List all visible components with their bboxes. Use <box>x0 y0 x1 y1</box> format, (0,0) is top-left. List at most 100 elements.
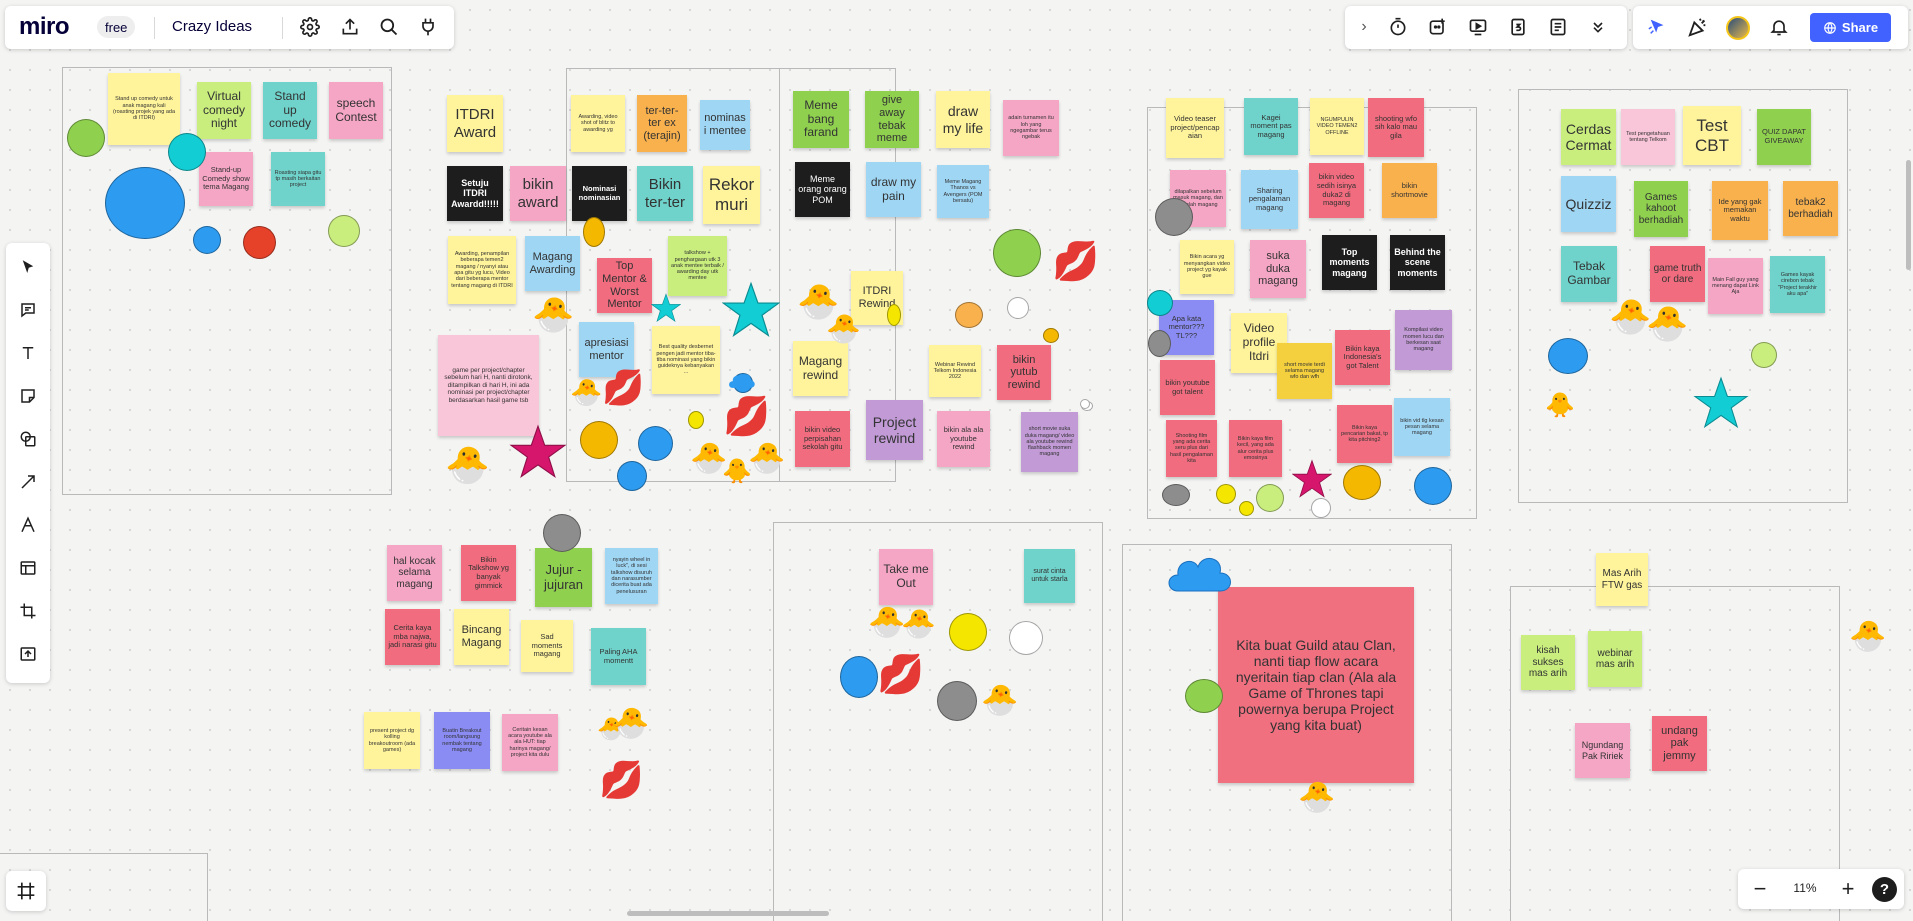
avatar[interactable] <box>1726 16 1750 40</box>
sticky-note[interactable]: bikin yutub rewind <box>997 345 1051 400</box>
sticky-note-tool[interactable] <box>13 381 43 411</box>
sticky-note[interactable]: shooting wfo sih kalo mau gila <box>1368 98 1424 157</box>
chick-sticker[interactable]: 🐥 <box>1545 394 1575 418</box>
shape-circle[interactable] <box>1007 297 1029 319</box>
chick-sticker[interactable]: 🐣 <box>570 379 602 405</box>
lips-sticker[interactable]: 💋 <box>723 398 770 436</box>
chick-sticker[interactable]: 🐣 <box>1646 307 1688 341</box>
cloud-shape[interactable] <box>1164 547 1236 597</box>
shape-circle[interactable] <box>543 514 581 552</box>
vertical-scrollbar[interactable] <box>1906 160 1911 270</box>
sticky-note[interactable]: bikin video sedih isinya duka2 di magang <box>1309 163 1364 218</box>
sticky-note[interactable]: Awarding, video shot of blitz to awardin… <box>571 95 625 152</box>
shape-circle[interactable] <box>887 304 901 326</box>
share-button[interactable]: Share <box>1810 13 1891 42</box>
sticky-note[interactable]: Test pengetahuan tentang Telkom <box>1621 109 1675 165</box>
sticky-note[interactable]: Awarding, penampilan beberapa temen2 mag… <box>448 236 516 304</box>
star-shape[interactable] <box>722 281 780 339</box>
plug-icon[interactable] <box>413 12 443 42</box>
shape-circle[interactable] <box>1751 342 1777 368</box>
sticky-note[interactable]: Mas Arih FTW gas <box>1596 553 1648 606</box>
sticky-note[interactable]: Bikin kaya film kecil, yang ada alur cer… <box>1229 420 1282 477</box>
sticky-note[interactable]: adain turnamen itu loh yang ngegambar te… <box>1003 100 1059 156</box>
sticky-note[interactable]: Test CBT <box>1683 106 1741 165</box>
canvas-board[interactable]: Stand up comedy untuk anak magang kali (… <box>0 0 1913 921</box>
sticky-note[interactable]: Meme Magang Thanos vs Avengers (POM bers… <box>937 165 989 218</box>
sticky-note[interactable]: Stand up comedy untuk anak magang kali (… <box>108 73 180 145</box>
sticky-note[interactable]: Games kahoot berhadiah <box>1634 181 1688 237</box>
sticky-note[interactable]: Bikin kaya Indonesia's got Talent <box>1335 330 1390 385</box>
sticky-note[interactable]: talkshow + penghargaan utk 3 anak mentee… <box>668 236 727 296</box>
sticky-note[interactable]: Top Mentor & Worst Mentor <box>597 258 652 313</box>
sticky-note[interactable]: tebak2 berhadiah <box>1783 181 1838 236</box>
sticky-note[interactable]: game truth or dare <box>1650 246 1705 302</box>
sticky-note[interactable]: surat cinta untuk starla <box>1024 549 1075 603</box>
sticky-note[interactable]: Stand-up Comedy show tema Magang <box>199 152 253 206</box>
bell-icon[interactable] <box>1764 13 1794 41</box>
lips-sticker[interactable]: 💋 <box>599 762 644 798</box>
counter-icon[interactable] <box>1503 13 1533 41</box>
notes-icon[interactable] <box>1543 13 1573 41</box>
sticky-note[interactable]: Tebak Gambar <box>1561 246 1617 302</box>
sticky-note[interactable]: Nominasi nominasian <box>572 166 627 221</box>
plan-badge[interactable]: free <box>97 16 136 38</box>
zoom-level[interactable]: 11% <box>1785 881 1825 895</box>
sticky-note[interactable]: bikin vid tlg kesan pesan selama magang <box>1394 398 1450 456</box>
sticky-note[interactable]: short movie terdi selama magang wfo dan … <box>1277 343 1332 399</box>
shape-circle[interactable] <box>949 613 987 651</box>
sticky-note[interactable]: NGUMPULIN VIDEO TEMEN2 OFFLINE <box>1310 98 1364 155</box>
select-tool[interactable] <box>13 252 43 282</box>
sticky-note[interactable]: Bikin Talkshow yg banyak gimmick <box>461 545 516 601</box>
present-icon[interactable] <box>1463 13 1493 41</box>
sticky-note[interactable]: present project dg kolling breakoutroom … <box>364 712 420 769</box>
chick-sticker[interactable]: 🐣 <box>901 610 936 638</box>
star-shape[interactable] <box>651 293 681 323</box>
text-tool[interactable] <box>13 338 43 368</box>
chick-sticker[interactable]: 🐣 <box>826 315 861 343</box>
shape-circle[interactable] <box>1162 484 1190 506</box>
chick-sticker[interactable]: 🐣 <box>981 686 1018 716</box>
sticky-note[interactable]: nyayin wheel in luck", di sesi talkshow … <box>605 548 658 604</box>
sticky-note[interactable]: undang pak jemmy <box>1652 716 1707 771</box>
shape-circle[interactable] <box>583 217 605 247</box>
zoom-in-button[interactable]: + <box>1834 875 1862 903</box>
confetti-icon[interactable] <box>1683 13 1713 41</box>
sticky-note[interactable]: Bikin kaya pencarian bakat, tp kita pitc… <box>1337 405 1392 463</box>
horizontal-scrollbar[interactable] <box>627 911 829 916</box>
sticky-note[interactable]: Best quality desbernet pengen jadi mento… <box>652 326 720 394</box>
sticky-note[interactable]: Project rewind <box>866 400 923 460</box>
star-shape[interactable] <box>1292 459 1332 499</box>
shape-circle[interactable] <box>1155 198 1193 236</box>
sticky-note[interactable]: Setuju ITDRI Awardd!!!!! <box>447 166 503 221</box>
sticky-note[interactable]: bikin ala ala youtube rewind <box>937 411 990 467</box>
connector-tool[interactable] <box>13 467 43 497</box>
shape-circle[interactable] <box>1414 467 1452 505</box>
sticky-note[interactable]: kisah sukses mas arih <box>1521 635 1575 690</box>
sticky-note[interactable]: draw my life <box>936 91 990 148</box>
chick-sticker[interactable]: 🐣 <box>1298 783 1335 813</box>
board-name[interactable]: Crazy Ideas <box>172 18 252 35</box>
gear-icon[interactable] <box>295 12 325 42</box>
sticky-note[interactable]: Buatin Breakout room/langsung nembak ten… <box>434 712 490 769</box>
sticky-note[interactable]: Paling AHA momentt <box>591 628 646 685</box>
sticky-note[interactable]: draw my pain <box>866 162 921 217</box>
sticky-note[interactable]: Sad moments magang <box>521 620 573 672</box>
shape-circle[interactable] <box>1216 484 1236 504</box>
sticky-note[interactable]: Roasting siapa gitu tp masih berkaitan p… <box>271 152 325 206</box>
sticky-note[interactable]: Webinar Rewind Telkom Indonesia 2022 <box>929 345 981 397</box>
shape-circle[interactable] <box>688 411 704 429</box>
lips-sticker[interactable]: 💋 <box>602 371 644 405</box>
shape-circle[interactable] <box>1043 328 1059 343</box>
pointer-icon[interactable] <box>1643 13 1673 41</box>
sticky-note[interactable]: Ide yang gak memakan waktu <box>1712 181 1768 240</box>
chick-sticker[interactable]: 🐣 <box>868 608 905 638</box>
sticky-note[interactable]: give away tebak meme <box>865 91 919 148</box>
shape-circle[interactable] <box>937 681 977 721</box>
comment-tool[interactable] <box>13 295 43 325</box>
lips-sticker[interactable]: 💋 <box>1052 243 1099 281</box>
sticky-note[interactable]: Meme orang orang POM <box>795 162 850 217</box>
shape-circle[interactable] <box>1256 484 1284 512</box>
chevron-right-icon[interactable]: › <box>1350 13 1378 41</box>
pen-tool[interactable] <box>13 510 43 540</box>
shape-circle[interactable] <box>840 656 878 698</box>
